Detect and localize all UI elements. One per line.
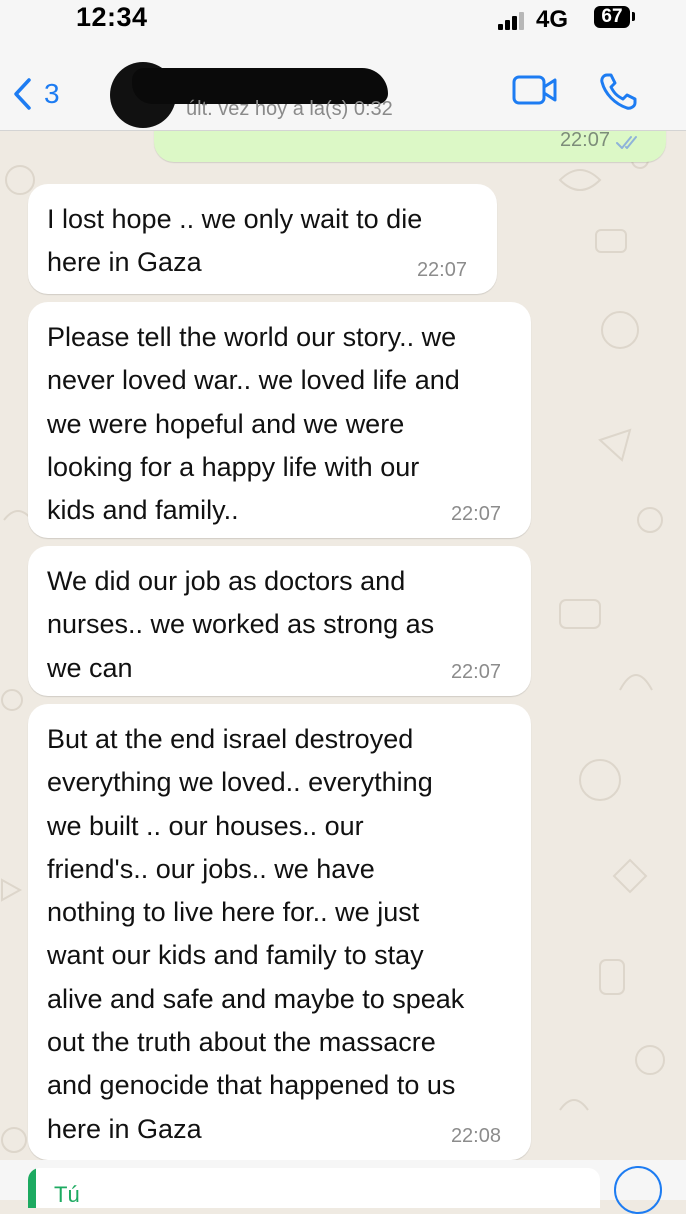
message-time: 22:08 — [450, 1125, 501, 1147]
last-seen-status: últ. vez hoy a la(s) 0:32 — [186, 98, 393, 120]
message-list: 22:07 I lost hope .. we only wait to die… — [0, 0, 686, 1200]
incoming-message[interactable]: But at the end israel destroyed everythi… — [28, 704, 531, 1160]
status-bar: 12:34 4G 67 — [0, 0, 686, 40]
chat-header: 3 últ. vez hoy a la(s) 0:32 — [0, 40, 686, 131]
incoming-message[interactable]: I lost hope .. we only wait to die here … — [28, 184, 497, 294]
message-text: We did our job as doctors and nurses.. w… — [47, 566, 435, 683]
battery-tip — [632, 12, 635, 21]
composer-bar: Tú — [0, 1160, 686, 1214]
voice-call-button[interactable] — [598, 72, 638, 117]
back-button[interactable]: 3 — [12, 74, 60, 114]
unread-count: 3 — [44, 78, 60, 109]
battery-icon: 67 — [594, 6, 630, 28]
status-time: 12:34 — [76, 2, 148, 32]
network-type: 4G — [536, 6, 569, 33]
double-check-icon — [616, 136, 637, 149]
reply-preview[interactable]: Tú — [28, 1168, 600, 1208]
message-time: 22:07 — [450, 661, 501, 683]
phone-icon — [600, 73, 637, 110]
reply-sender: Tú — [54, 1182, 80, 1207]
incoming-message[interactable]: We did our job as doctors and nurses.. w… — [28, 546, 531, 696]
message-text: I lost hope .. we only wait to die here … — [47, 204, 423, 278]
close-reply-button[interactable] — [614, 1166, 662, 1214]
message-text: Please tell the world our story.. we nev… — [47, 322, 460, 526]
signal-icon — [498, 12, 528, 30]
message-time: 22:07 — [450, 503, 501, 525]
message-time: 22:07 — [416, 259, 467, 281]
incoming-message[interactable]: Please tell the world our story.. we nev… — [28, 302, 531, 538]
reply-accent-bar — [28, 1168, 36, 1208]
chevron-left-icon — [14, 78, 31, 110]
video-call-button[interactable] — [512, 74, 558, 111]
message-text: But at the end israel destroyed everythi… — [47, 724, 465, 1144]
message-time: 22:07 — [559, 129, 610, 151]
video-camera-icon — [512, 75, 557, 105]
